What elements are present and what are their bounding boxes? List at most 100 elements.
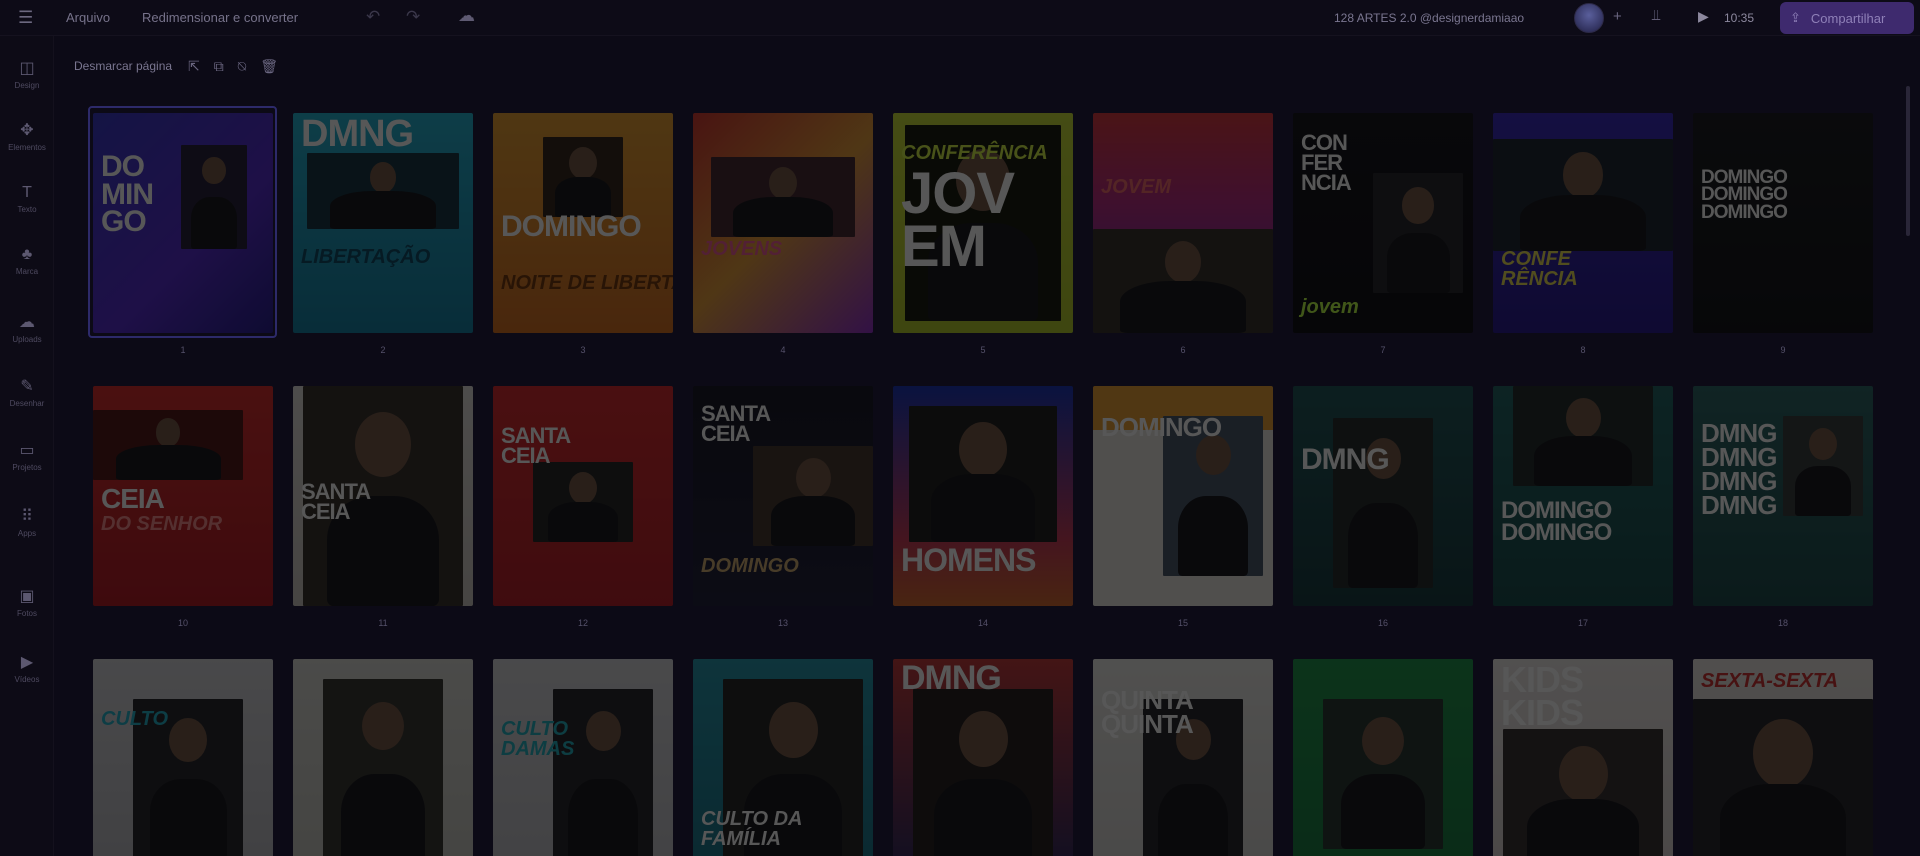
person-head — [959, 422, 1007, 478]
sidebar-item-design[interactable]: ◫ Design — [0, 58, 54, 90]
page-thumbnail[interactable]: SANTA CEIA DOMINGO — [693, 386, 873, 606]
person-head — [155, 418, 181, 447]
person-head — [1164, 241, 1202, 284]
sidebar-item-videos[interactable]: ▶ Vídeos — [0, 652, 54, 684]
person-head — [569, 471, 597, 504]
page-thumbnail[interactable]: DOMINGO DOMINGO DOMINGO — [1693, 113, 1873, 333]
sidebar-item-label: Elementos — [8, 143, 46, 152]
thumbnail-photo — [711, 157, 855, 237]
menu-icon[interactable]: ☰ — [18, 8, 33, 28]
page-number: 8 — [1580, 345, 1586, 355]
person-body — [1527, 799, 1639, 856]
page-thumbnail[interactable]: CULTO DA FAMÍLIA — [693, 659, 873, 856]
thumbnail-photo — [1513, 386, 1653, 486]
page-number: 12 — [577, 618, 588, 628]
person-body — [1120, 281, 1246, 333]
page-number: 15 — [1177, 618, 1188, 628]
page-thumbnail[interactable]: DMNG — [1293, 386, 1473, 606]
export-page-icon[interactable]: ⇱ — [188, 58, 200, 75]
thumbnail-title: DOMINGO DOMINGO — [1501, 497, 1612, 547]
thumbnail-subtitle: JOVEM — [1101, 176, 1172, 198]
cloud-save-icon[interactable]: ☁ — [458, 6, 475, 26]
sidebar-item-draw[interactable]: ✎ Desenhar — [0, 376, 54, 408]
page-thumbnail[interactable]: HOMENS — [893, 386, 1073, 606]
page-thumbnail[interactable]: SEXTA-SEXTA — [1693, 659, 1873, 856]
thumbnail-title: HOMENS — [901, 542, 1036, 578]
thumbnail-photo — [1693, 699, 1873, 856]
thumbnail-photo — [323, 679, 443, 856]
page-thumbnail[interactable]: DMNG — [893, 659, 1073, 856]
page-thumbnail[interactable]: KIDS KIDS — [1493, 659, 1673, 856]
page-number: 7 — [1380, 345, 1386, 355]
elements-icon: ✥ — [20, 122, 34, 139]
thumbnail-subtitle: DO SENHOR — [101, 513, 223, 535]
add-collaborator-icon[interactable]: + — [1613, 8, 1622, 25]
design-title[interactable]: 128 ARTES 2.0 @designerdamiaao — [1334, 11, 1524, 25]
thumbnail-title: DOMINGO — [1101, 412, 1222, 442]
sidebar-item-projects[interactable]: ▭ Projetos — [0, 440, 54, 472]
thumbnail-photo — [553, 689, 653, 856]
file-menu[interactable]: Arquivo — [66, 10, 110, 25]
page-thumbnail[interactable]: CULTO DAMAS — [493, 659, 673, 856]
sidebar-item-text[interactable]: T Texto — [0, 184, 54, 214]
sidebar-item-apps[interactable]: ⠿ Apps — [0, 506, 54, 538]
page-thumbnail[interactable]: DOMINGO NOITE DE LIBERTAÇÃO — [493, 113, 673, 333]
person-body — [771, 496, 855, 546]
delete-page-icon[interactable]: 🗑 — [260, 58, 278, 75]
play-icon[interactable]: ▶ — [1698, 8, 1709, 25]
resize-convert-button[interactable]: Redimensionar e converter — [142, 10, 298, 25]
sidebar-item-label: Texto — [17, 205, 37, 214]
thumbnail-photo — [909, 406, 1057, 542]
page-thumbnail[interactable]: CONFE RÊNCIA — [1493, 113, 1673, 333]
page-thumbnail[interactable]: CON FER NCIA jovem — [1293, 113, 1473, 333]
page-thumbnail[interactable]: CULTO — [93, 659, 273, 856]
page-thumbnail[interactable]: SANTA CEIA — [493, 386, 673, 606]
vertical-scrollbar[interactable] — [1906, 86, 1910, 236]
thumbnail-photo — [1493, 139, 1673, 251]
page-thumbnail[interactable]: CEIA DO SENHOR — [93, 386, 273, 606]
page-thumbnail[interactable]: JOVEM — [1093, 113, 1273, 333]
thumbnail-photo — [913, 689, 1053, 856]
thumbnail-subtitle: NOITE DE LIBERTAÇÃO — [501, 272, 673, 294]
thumbnail-title: QUINTA QUINTA — [1101, 685, 1194, 739]
person-body — [1520, 195, 1646, 251]
thumbnail-subtitle: CONFE RÊNCIA — [1501, 248, 1578, 290]
deselect-page-button[interactable]: Desmarcar página — [74, 59, 172, 73]
thumbnail-title: DOMINGO DOMINGO DOMINGO — [1701, 167, 1788, 223]
duplicate-page-icon[interactable]: ⧉ — [214, 58, 224, 75]
page-thumbnail[interactable]: JOVENS — [693, 113, 873, 333]
sidebar-item-elements[interactable]: ✥ Elementos — [0, 120, 54, 152]
person-body — [329, 191, 437, 229]
page-thumbnail[interactable]: DMNG LIBERTAÇÃO — [293, 113, 473, 333]
page-thumbnail[interactable]: DOMINGO DOMINGO — [1493, 386, 1673, 606]
hide-page-icon[interactable]: ⍉ — [238, 58, 246, 75]
redo-icon[interactable]: ↷ — [406, 7, 420, 27]
sidebar-item-photos[interactable]: ▣ Fotos — [0, 586, 54, 618]
sidebar-item-label: Projetos — [12, 463, 42, 472]
sidebar-item-brand[interactable]: ♣ Marca — [0, 246, 54, 276]
page-thumbnail[interactable]: SANTA CEIA — [293, 386, 473, 606]
page-thumbnail[interactable] — [293, 659, 473, 856]
page-thumbnail[interactable]: QUINTA QUINTA — [1093, 659, 1273, 856]
share-label: Compartilhar — [1810, 10, 1886, 26]
undo-icon[interactable]: ↶ — [366, 7, 380, 27]
text-icon: T — [22, 184, 32, 201]
insights-icon[interactable]: ⫫ — [1652, 7, 1660, 24]
page-thumbnail[interactable] — [1293, 659, 1473, 856]
avatar[interactable] — [1574, 3, 1604, 33]
person-head — [1558, 745, 1608, 803]
share-icon: ⇪ — [1790, 10, 1801, 25]
page-thumbnail[interactable]: DMNG DMNG DMNG DMNG — [1693, 386, 1873, 606]
page-number: 6 — [1180, 345, 1186, 355]
sidebar-item-uploads[interactable]: ☁ Uploads — [0, 312, 54, 344]
person-head — [1565, 398, 1601, 439]
projects-icon: ▭ — [19, 442, 35, 459]
thumbnail-photo — [1503, 729, 1663, 856]
page-thumbnail[interactable]: JOV EM CONFERÊNCIA — [893, 113, 1073, 333]
thumbnail-title: CEIA — [101, 483, 165, 514]
person-head — [362, 701, 404, 751]
page-thumbnail[interactable]: DOMINGO — [1093, 386, 1273, 606]
person-head — [168, 718, 208, 763]
thumbnail-title: SANTA CEIA — [701, 401, 771, 447]
share-button[interactable]: ⇪ Compartilhar — [1780, 2, 1914, 34]
